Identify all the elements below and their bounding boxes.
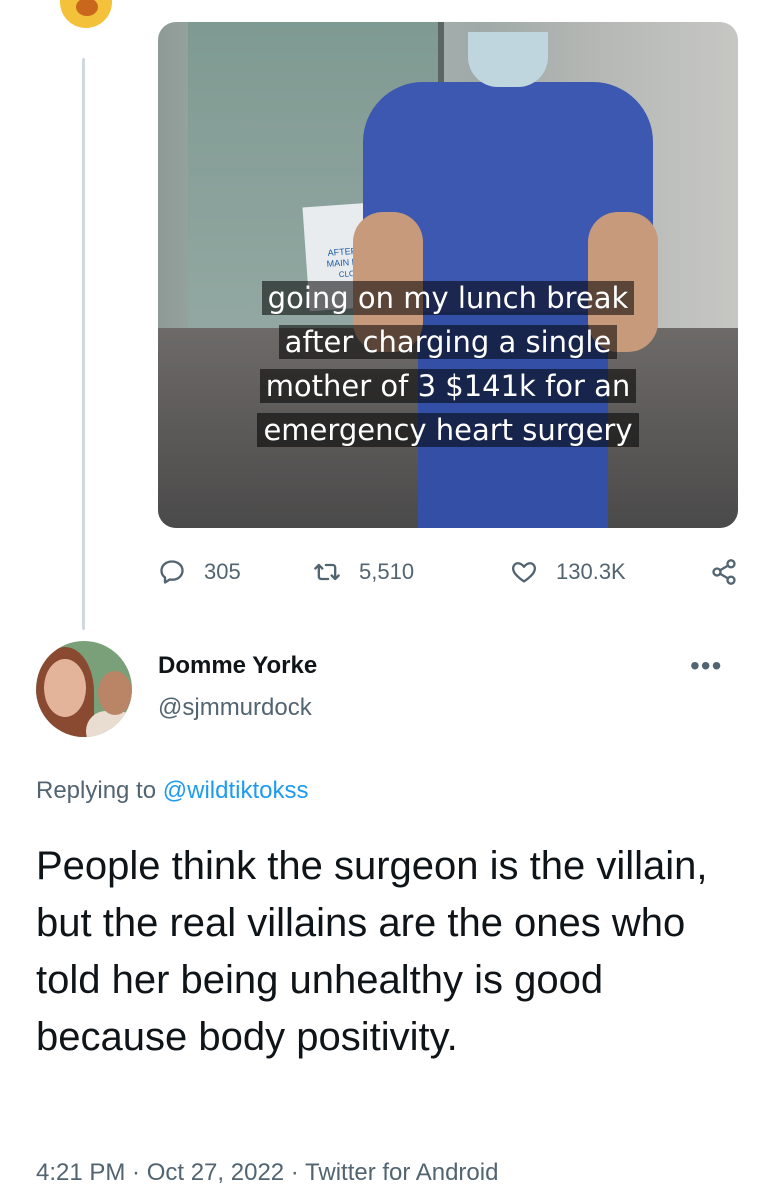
share-icon bbox=[712, 559, 736, 585]
heart-icon bbox=[512, 562, 536, 583]
display-name[interactable]: Domme Yorke bbox=[158, 652, 317, 680]
caption-line-4: emergency heart surgery bbox=[257, 413, 639, 447]
caption-line-2: after charging a single bbox=[278, 325, 618, 359]
like-button[interactable]: 130.3K bbox=[510, 558, 626, 586]
more-options-icon[interactable]: ••• bbox=[690, 650, 722, 682]
reply-button[interactable]: 305 bbox=[158, 558, 241, 586]
original-tweet-avatar[interactable] bbox=[60, 0, 112, 28]
retweet-icon bbox=[314, 563, 340, 581]
replying-to: Replying to @wildtiktokss bbox=[36, 777, 308, 805]
tweet-text: People think the surgeon is the villain,… bbox=[36, 844, 708, 1059]
reply-count: 305 bbox=[204, 559, 241, 584]
user-handle[interactable]: @sjmmurdock bbox=[158, 694, 312, 722]
media-caption: going on my lunch break after charging a… bbox=[158, 276, 738, 452]
face-mask bbox=[468, 32, 548, 87]
replying-prefix: Replying to bbox=[36, 777, 163, 804]
share-button[interactable] bbox=[710, 558, 738, 586]
thread-connector-line bbox=[82, 58, 85, 630]
tweet-media-image[interactable]: AFTER HOU MAIN ENTRA CLOSED going on my … bbox=[158, 22, 738, 528]
caption-line-1: going on my lunch break bbox=[261, 281, 635, 315]
replying-to-mention[interactable]: @wildtiktokss bbox=[163, 777, 309, 804]
reply-icon bbox=[160, 560, 184, 584]
caption-line-3: mother of 3 $141k for an bbox=[259, 369, 637, 403]
retweet-count: 5,510 bbox=[359, 559, 415, 584]
like-count: 130.3K bbox=[556, 559, 626, 584]
avatar[interactable] bbox=[36, 641, 132, 737]
tweet-timestamp[interactable]: 4:21 PM · Oct 27, 2022 · Twitter for And… bbox=[36, 1159, 498, 1187]
retweet-button[interactable]: 5,510 bbox=[313, 558, 414, 586]
tweet-action-bar: 305 5,510 130.3K bbox=[158, 558, 738, 594]
